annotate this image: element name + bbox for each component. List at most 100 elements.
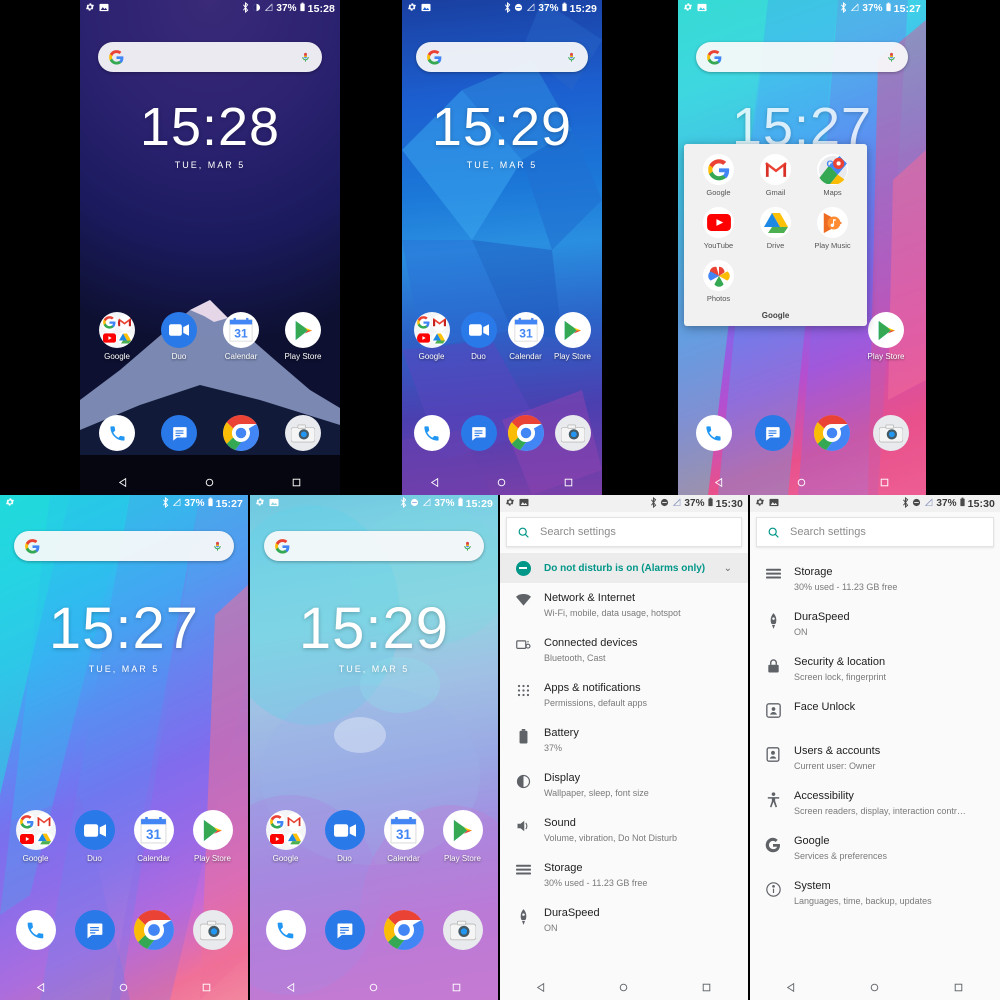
dock-camera[interactable] [549, 415, 596, 451]
dock-chrome[interactable] [806, 415, 858, 451]
app-calendar[interactable]: 31 Calendar [215, 312, 267, 361]
dock-chrome[interactable] [128, 910, 180, 950]
recents-button[interactable] [879, 477, 890, 488]
home-button[interactable] [118, 982, 129, 993]
home-button[interactable] [618, 982, 629, 993]
dock-chrome[interactable] [502, 415, 549, 451]
app-play-store[interactable]: Play Store [277, 312, 329, 361]
dock-phone[interactable] [10, 910, 62, 950]
dock-phone[interactable] [688, 415, 740, 451]
dock-messages[interactable] [69, 910, 121, 950]
app-duo[interactable]: Duo [455, 312, 502, 361]
folder-item-gmail[interactable]: Gmail [747, 154, 804, 197]
google-search-bar-4[interactable] [14, 531, 234, 561]
settings-row-face-unlock[interactable]: Face Unlock [750, 692, 1000, 736]
chevron-down-icon[interactable]: ⌄ [724, 563, 736, 574]
dock-messages[interactable] [747, 415, 799, 451]
recents-button[interactable] [291, 477, 302, 488]
dock-messages[interactable] [153, 415, 205, 451]
settings-row-google[interactable]: Google Services & preferences [750, 826, 1000, 871]
folder-name[interactable]: Google [690, 311, 861, 320]
google-search-bar-1[interactable] [98, 42, 322, 72]
microphone-icon[interactable] [566, 50, 577, 65]
clock-widget-5[interactable]: 15:29 TUE, MAR 5 [250, 600, 498, 675]
settings-row-display[interactable]: Display Wallpaper, sleep, font size [500, 763, 748, 808]
dock-messages[interactable] [455, 415, 502, 451]
back-button[interactable] [118, 477, 129, 488]
recents-button[interactable] [953, 982, 964, 993]
folder-item-photos[interactable]: Photos [690, 260, 747, 303]
app-google-folder[interactable]: Google [260, 810, 312, 863]
app-calendar[interactable]: 31 Calendar [502, 312, 549, 361]
app-duo[interactable]: Duo [319, 810, 371, 863]
home-button[interactable] [496, 477, 507, 488]
home-button[interactable] [869, 982, 880, 993]
app-play-store[interactable]: Play Store [187, 810, 239, 863]
back-button[interactable] [286, 982, 297, 993]
settings-row-apps[interactable]: Apps & notifications Permissions, defaul… [500, 673, 748, 718]
app-google-folder[interactable]: Google [408, 312, 455, 361]
home-button[interactable] [204, 477, 215, 488]
dock-chrome[interactable] [215, 415, 267, 451]
folder-item-drive[interactable]: Drive [747, 207, 804, 250]
google-search-bar-2[interactable] [416, 42, 588, 72]
microphone-icon[interactable] [886, 50, 897, 65]
settings-row-users[interactable]: Users & accounts Current user: Owner [750, 736, 1000, 781]
settings-row-battery[interactable]: Battery 37% [500, 718, 748, 763]
settings-search-bar[interactable]: Search settings [506, 517, 742, 547]
dock-messages[interactable] [319, 910, 371, 950]
app-calendar[interactable]: 31 Calendar [128, 810, 180, 863]
settings-row-storage[interactable]: Storage 30% used - 11.23 GB free [500, 853, 748, 898]
clock-widget-1[interactable]: 15:28 TUE, MAR 5 [80, 100, 340, 170]
folder-item-maps[interactable]: G Maps [804, 154, 861, 197]
dock-camera[interactable] [187, 910, 239, 950]
settings-row-system[interactable]: System Languages, time, backup, updates [750, 871, 1000, 916]
home-button[interactable] [368, 982, 379, 993]
dock-chrome[interactable] [378, 910, 430, 950]
app-google-folder[interactable]: Google [10, 810, 62, 863]
app-google-folder[interactable]: Google [91, 312, 143, 361]
back-button[interactable] [536, 982, 547, 993]
settings-row-security[interactable]: Security & location Screen lock, fingerp… [750, 647, 1000, 692]
back-button[interactable] [786, 982, 797, 993]
dock-phone[interactable] [260, 910, 312, 950]
back-button[interactable] [430, 477, 441, 488]
back-button[interactable] [714, 477, 725, 488]
back-button[interactable] [36, 982, 47, 993]
recents-button[interactable] [451, 982, 462, 993]
dock-camera[interactable] [277, 415, 329, 451]
dock-camera[interactable] [437, 910, 489, 950]
folder-item-google[interactable]: Google [690, 154, 747, 197]
recents-button[interactable] [201, 982, 212, 993]
app-duo[interactable]: Duo [153, 312, 205, 361]
google-search-bar-5[interactable] [264, 531, 484, 561]
dock-phone[interactable] [91, 415, 143, 451]
app-play-store[interactable]: Play Store [860, 312, 912, 361]
dnd-banner[interactable]: Do not disturb is on (Alarms only) ⌄ [500, 553, 748, 583]
recents-button[interactable] [563, 477, 574, 488]
app-calendar[interactable]: 31 Calendar [378, 810, 430, 863]
settings-search-bar[interactable]: Search settings [756, 517, 994, 547]
microphone-icon[interactable] [462, 539, 473, 554]
clock-widget-4[interactable]: 15:27 TUE, MAR 5 [0, 600, 248, 675]
dock-phone[interactable] [408, 415, 455, 451]
settings-row-connected-devices[interactable]: Connected devices Bluetooth, Cast [500, 628, 748, 673]
microphone-icon[interactable] [212, 539, 223, 554]
microphone-icon[interactable] [300, 50, 311, 65]
settings-row-accessibility[interactable]: Accessibility Screen readers, display, i… [750, 781, 1000, 826]
settings-row-sound[interactable]: Sound Volume, vibration, Do Not Disturb [500, 808, 748, 853]
app-duo[interactable]: Duo [69, 810, 121, 863]
settings-row-duraspeed[interactable]: DuraSpeed ON [500, 898, 748, 943]
dock-camera[interactable] [865, 415, 917, 451]
app-play-store[interactable]: Play Store [437, 810, 489, 863]
open-folder-google[interactable]: Google Gmail G Maps YouTube Drive Play M… [684, 144, 867, 326]
folder-item-play-music[interactable]: Play Music [804, 207, 861, 250]
clock-widget-2[interactable]: 15:29 TUE, MAR 5 [402, 100, 602, 170]
settings-row-network[interactable]: Network & Internet Wi-Fi, mobile, data u… [500, 583, 748, 628]
settings-row-duraspeed[interactable]: DuraSpeed ON [750, 602, 1000, 647]
recents-button[interactable] [701, 982, 712, 993]
app-play-store[interactable]: Play Store [549, 312, 596, 361]
folder-item-youtube[interactable]: YouTube [690, 207, 747, 250]
settings-row-storage[interactable]: Storage 30% used - 11.23 GB free [750, 557, 1000, 602]
home-button[interactable] [796, 477, 807, 488]
